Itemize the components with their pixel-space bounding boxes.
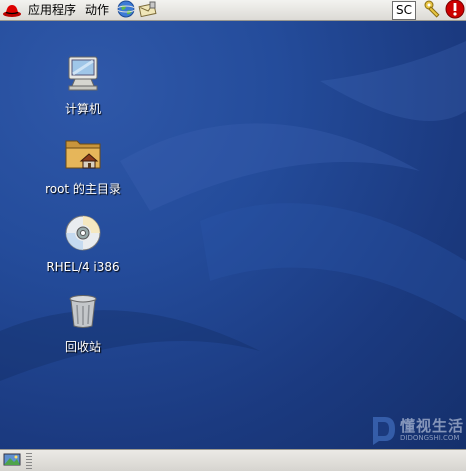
computer-icon xyxy=(61,51,105,95)
keys-icon xyxy=(423,0,443,22)
watermark-url: DIDONGSHI.COM xyxy=(399,434,460,442)
desktop-icon-label: 计算机 xyxy=(64,102,101,116)
applications-menu[interactable]: 应用程序 xyxy=(0,0,82,21)
bottom-panel xyxy=(0,449,466,471)
applications-menu-label: 应用程序 xyxy=(28,2,77,17)
watermark: 懂视生活 DIDONGSHI.COM xyxy=(371,415,464,445)
actions-menu-label: 动作 xyxy=(85,2,110,17)
web-browser-icon xyxy=(116,0,136,21)
desktop-icon-label: 回收站 xyxy=(64,340,101,354)
watermark-name: 懂视生活 xyxy=(399,417,464,435)
mail-launcher[interactable] xyxy=(137,0,159,21)
show-desktop-icon xyxy=(3,451,21,470)
input-method-indicator[interactable]: SC xyxy=(392,0,416,20)
desktop-icon-trash[interactable]: 回收站 xyxy=(33,289,133,355)
desktop-icon-label: root 的主目录 xyxy=(45,182,121,196)
desktop-icon-computer[interactable]: 计算机 xyxy=(33,51,133,117)
cd-disc-icon xyxy=(61,211,105,255)
update-alert-icon xyxy=(445,0,465,22)
mail-icon xyxy=(138,0,158,21)
top-panel: 应用程序 动作 SC xyxy=(0,0,466,21)
keys-tray-button[interactable] xyxy=(422,0,444,21)
desktop[interactable]: 计算机 root 的主目录 RHEL/4 i386 回收站 懂视生活 DIDON… xyxy=(0,21,466,449)
desktop-icon-cd[interactable]: RHEL/4 i386 xyxy=(33,211,133,274)
watermark-logo xyxy=(372,417,395,445)
redhat-icon xyxy=(2,2,22,18)
web-browser-launcher[interactable] xyxy=(115,0,137,21)
panel-drag-handle[interactable] xyxy=(26,452,32,469)
trash-icon xyxy=(61,289,105,333)
show-desktop-button[interactable] xyxy=(0,450,24,471)
update-alert-button[interactable] xyxy=(444,0,466,21)
desktop-icon-label: RHEL/4 i386 xyxy=(46,260,120,274)
home-folder-icon xyxy=(61,131,105,175)
desktop-icon-home-folder[interactable]: root 的主目录 xyxy=(33,131,133,197)
actions-menu[interactable]: 动作 xyxy=(82,0,115,21)
